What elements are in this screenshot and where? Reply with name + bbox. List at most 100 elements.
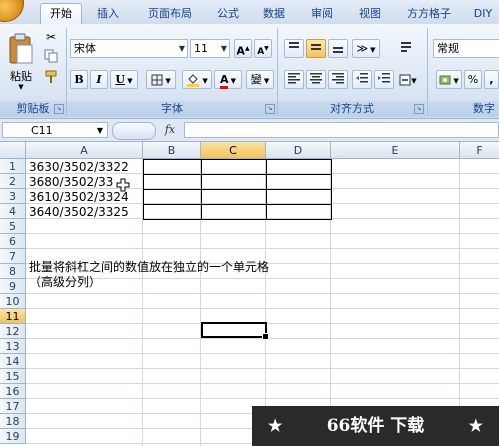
comma-style-button[interactable]: , [484, 70, 499, 89]
tab-data[interactable]: 数据 [256, 4, 292, 24]
fill-color-button[interactable]: ▼ [182, 70, 212, 89]
column-header-a[interactable]: A [26, 142, 143, 159]
formula-bar: C11 ▼ fx [0, 119, 499, 142]
row-header-8[interactable]: 8 [0, 264, 26, 279]
row-header-2[interactable]: 2 [0, 174, 26, 189]
tab-diy[interactable]: DIY [468, 4, 498, 24]
row-header-14[interactable]: 14 [0, 354, 26, 369]
chevron-down-icon[interactable]: ▼ [179, 40, 185, 57]
column-header-b[interactable]: B [143, 142, 201, 159]
align-left-button[interactable] [284, 70, 304, 89]
bold-button[interactable]: B [70, 70, 88, 89]
name-box[interactable]: C11 ▼ [2, 122, 108, 138]
copy-button[interactable] [42, 48, 60, 66]
cut-button[interactable]: ✂ [42, 28, 60, 46]
wrap-text-icon [401, 42, 411, 52]
format-painter-icon [45, 70, 57, 83]
grid-line [26, 383, 499, 384]
row-header-17[interactable]: 17 [0, 399, 26, 414]
font-name-value: 宋体 [74, 42, 96, 55]
active-cell-c11[interactable] [201, 322, 269, 340]
row-header-7[interactable]: 7 [0, 249, 26, 264]
orientation-button[interactable]: ≫ ▼ [352, 39, 380, 58]
alignment-launcher-icon[interactable]: ↘ [414, 104, 424, 114]
font-launcher-icon[interactable]: ↘ [265, 104, 275, 114]
row-header-10[interactable]: 10 [0, 294, 26, 309]
cell-a7[interactable]: 批量将斜杠之间的数值放在独立的一个单元格 [26, 260, 269, 275]
clipboard-launcher-icon[interactable]: ↘ [54, 104, 64, 114]
borders-button[interactable]: ▼ [146, 70, 176, 89]
row-header-16[interactable]: 16 [0, 384, 26, 399]
font-name-combo[interactable]: 宋体 ▼ [70, 39, 188, 58]
number-group-label: 数字 [428, 101, 499, 117]
insert-function-button[interactable]: fx [160, 122, 180, 138]
select-all-corner[interactable] [0, 142, 26, 159]
row-header-9[interactable]: 9 [0, 279, 26, 294]
accounting-format-button[interactable]: ▼ [436, 70, 462, 89]
row-header-1[interactable]: 1 [0, 159, 26, 174]
number-format-value: 常规 [437, 42, 459, 55]
formula-bar-resize-handle[interactable] [112, 122, 156, 140]
number-format-combo[interactable]: 常规 [433, 39, 499, 58]
row-header-5[interactable]: 5 [0, 219, 26, 234]
font-size-combo[interactable]: 11 ▼ [190, 39, 230, 58]
row-header-4[interactable]: 4 [0, 204, 26, 219]
underline-button[interactable]: U ▼ [110, 70, 138, 89]
tab-view[interactable]: 视图 [352, 4, 388, 24]
align-bottom-button[interactable] [328, 39, 348, 58]
scissors-icon: ✂ [45, 30, 57, 44]
row-header-13[interactable]: 13 [0, 339, 26, 354]
row-header-15[interactable]: 15 [0, 369, 26, 384]
borders-icon [151, 74, 163, 86]
increase-indent-button[interactable] [374, 70, 394, 89]
grow-font-button[interactable]: A▲ [234, 39, 252, 58]
tab-page-layout[interactable]: 页面布局 [140, 4, 200, 24]
range-border [143, 204, 332, 205]
format-painter-button[interactable] [42, 69, 60, 87]
row-header-3[interactable]: 3 [0, 189, 26, 204]
fill-handle[interactable] [262, 333, 269, 340]
merge-center-button[interactable]: ▼ [396, 70, 420, 89]
align-center-button[interactable] [306, 70, 326, 89]
office-button[interactable] [0, 0, 24, 22]
chevron-down-icon[interactable]: ▼ [97, 123, 103, 138]
font-group-label: 字体 [67, 101, 277, 117]
row-header-18[interactable]: 18 [0, 414, 26, 429]
font-size-value: 11 [194, 42, 208, 55]
percent-style-button[interactable]: % [464, 70, 482, 89]
formula-input[interactable] [184, 122, 499, 138]
wrap-text-button[interactable] [396, 39, 416, 58]
font-color-button[interactable]: A ▼ [214, 70, 242, 89]
tab-fangfang-gezi[interactable]: 方方格子 [398, 4, 460, 24]
column-header-c[interactable]: C [201, 142, 266, 159]
align-middle-icon [311, 44, 321, 50]
column-header-f[interactable]: F [460, 142, 499, 159]
align-middle-button[interactable] [306, 39, 326, 58]
phonetic-button[interactable]: 變 ▼ [246, 70, 274, 89]
column-header-e[interactable]: E [331, 142, 460, 159]
cell-a1[interactable]: 3630/3502/3322 [26, 160, 129, 175]
tab-home[interactable]: 开始 [40, 3, 82, 26]
paste-button[interactable]: 粘贴 ▼ [4, 28, 38, 94]
tab-formulas[interactable]: 公式 [210, 4, 246, 24]
chevron-down-icon[interactable]: ▼ [221, 40, 227, 57]
tab-review[interactable]: 审阅 [304, 4, 340, 24]
row-header-19[interactable]: 19 [0, 429, 26, 444]
row-header-6[interactable]: 6 [0, 234, 26, 249]
worksheet-grid[interactable]: ABCDEF 1 2 3 4 5 6 7 8 9 10 11 12 13 14 15 16 17 18 19 363… [0, 142, 499, 446]
shrink-font-button[interactable]: A▼ [254, 39, 272, 58]
cell-a2[interactable]: 3680/3502/33 [26, 175, 113, 190]
tab-insert[interactable]: 插入 [88, 4, 128, 24]
column-header-d[interactable]: D [266, 142, 331, 159]
row-header-11[interactable]: 11 [0, 309, 26, 324]
align-right-button[interactable] [328, 70, 348, 89]
cell-a4[interactable]: 3640/3502/3325 [26, 205, 129, 220]
watermark-text: 66软件 下载 [326, 416, 425, 436]
cell-a3[interactable]: 3610/3502/3324 [26, 190, 129, 205]
decrease-indent-button[interactable] [352, 70, 372, 89]
row-header-12[interactable]: 12 [0, 324, 26, 339]
range-border [201, 159, 202, 220]
italic-button[interactable]: I [90, 70, 108, 89]
cell-a8[interactable]: （高级分列） [26, 275, 101, 290]
align-top-button[interactable] [284, 39, 304, 58]
